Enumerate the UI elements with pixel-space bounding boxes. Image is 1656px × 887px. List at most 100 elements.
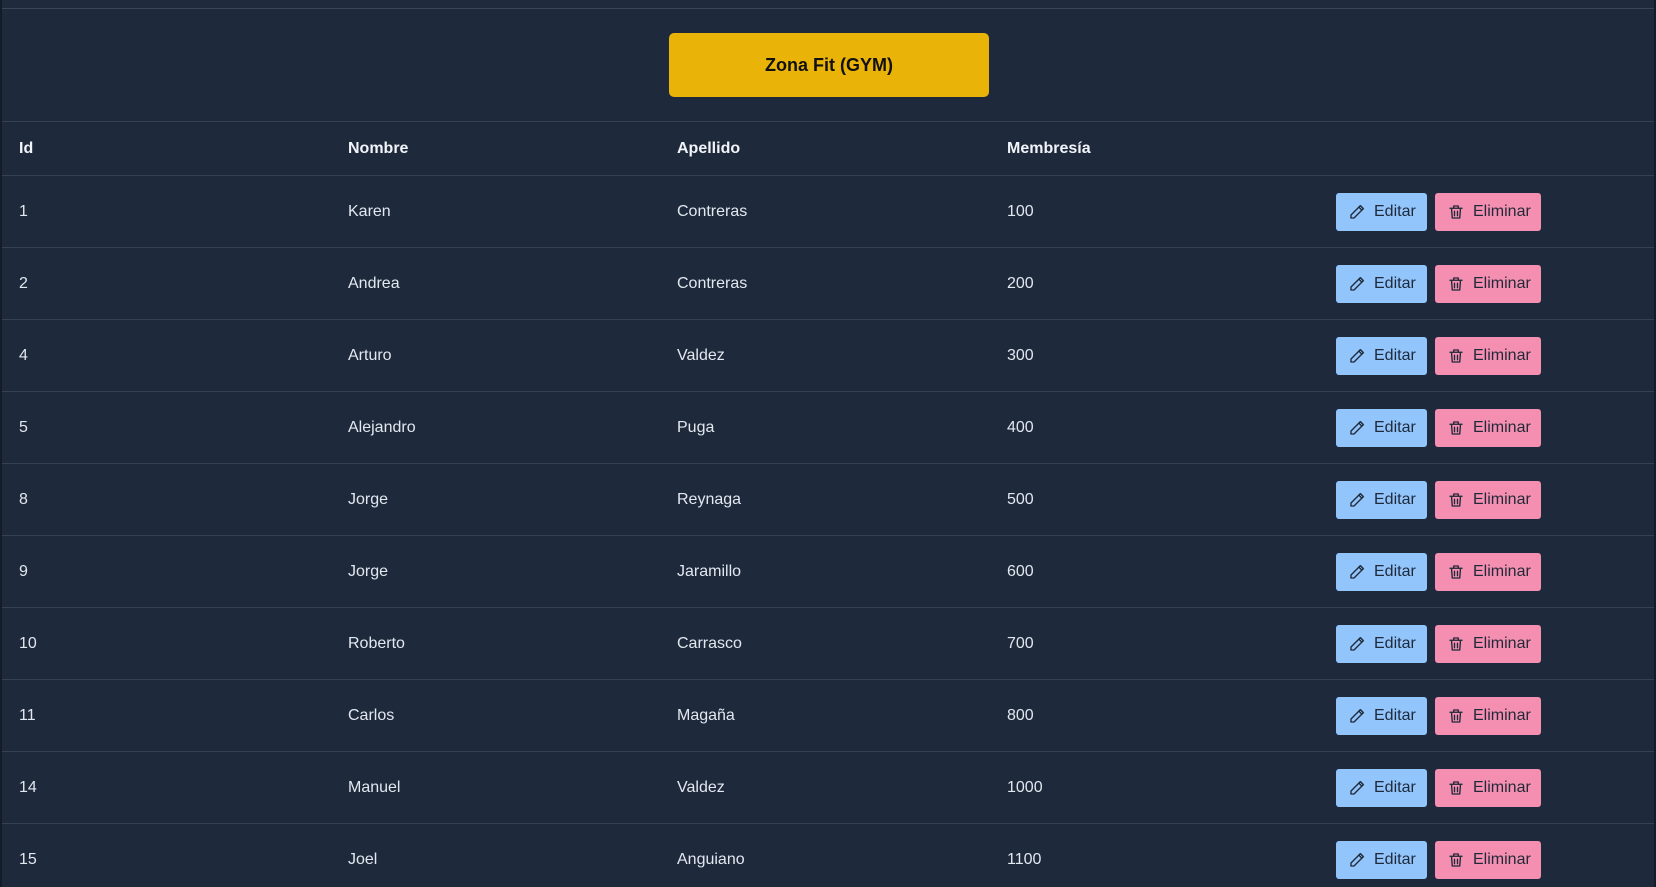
row-actions: Editar Eliminar <box>1319 336 1654 375</box>
delete-button[interactable]: Eliminar <box>1435 408 1541 447</box>
cell-apellido: Contreras <box>677 274 748 292</box>
edit-label: Editar <box>1374 634 1416 652</box>
table-row: 11 Carlos Magaña 800 Editar Eliminar <box>2 679 1654 751</box>
trash-icon <box>1447 707 1465 725</box>
edit-label: Editar <box>1374 850 1416 868</box>
row-actions: Editar Eliminar <box>1319 480 1654 519</box>
cell-membresia: 200 <box>1007 274 1034 292</box>
trash-icon <box>1447 275 1465 293</box>
cell-apellido: Jaramillo <box>677 562 742 580</box>
edit-button[interactable]: Editar <box>1336 192 1427 231</box>
pencil-icon <box>1348 707 1366 725</box>
cell-membresia: 300 <box>1007 346 1034 364</box>
delete-label: Eliminar <box>1473 490 1531 508</box>
cell-nombre: Jorge <box>348 490 389 508</box>
cell-apellido: Valdez <box>677 778 725 796</box>
cell-id: 8 <box>19 490 28 508</box>
pencil-icon <box>1348 203 1366 221</box>
pencil-icon <box>1348 347 1366 365</box>
cell-id: 15 <box>19 850 37 868</box>
cell-nombre: Carlos <box>348 706 395 724</box>
edit-label: Editar <box>1374 562 1416 580</box>
cell-membresia: 500 <box>1007 490 1034 508</box>
table-row: 5 Alejandro Puga 400 Editar Eliminar <box>2 391 1654 463</box>
delete-label: Eliminar <box>1473 562 1531 580</box>
edit-button[interactable]: Editar <box>1336 768 1427 807</box>
table-body: 1 Karen Contreras 100 Editar Eliminar 2 … <box>2 175 1654 887</box>
edit-label: Editar <box>1374 778 1416 796</box>
delete-button[interactable]: Eliminar <box>1435 696 1541 735</box>
delete-button[interactable]: Eliminar <box>1435 264 1541 303</box>
trash-icon <box>1447 851 1465 869</box>
edit-button[interactable]: Editar <box>1336 480 1427 519</box>
row-actions: Editar Eliminar <box>1319 768 1654 807</box>
edit-button[interactable]: Editar <box>1336 696 1427 735</box>
cell-membresia: 600 <box>1007 562 1034 580</box>
header-id: Id <box>19 139 34 157</box>
trash-icon <box>1447 419 1465 437</box>
cell-nombre: Manuel <box>348 778 401 796</box>
delete-label: Eliminar <box>1473 346 1531 364</box>
edit-label: Editar <box>1374 418 1416 436</box>
pencil-icon <box>1348 491 1366 509</box>
pencil-icon <box>1348 851 1366 869</box>
cell-id: 4 <box>19 346 28 364</box>
delete-button[interactable]: Eliminar <box>1435 552 1541 591</box>
header-apellido: Apellido <box>677 139 741 157</box>
edit-button[interactable]: Editar <box>1336 336 1427 375</box>
delete-button[interactable]: Eliminar <box>1435 624 1541 663</box>
cell-apellido: Valdez <box>677 346 725 364</box>
pencil-icon <box>1348 275 1366 293</box>
pencil-icon <box>1348 779 1366 797</box>
trash-icon <box>1447 347 1465 365</box>
delete-button[interactable]: Eliminar <box>1435 840 1541 879</box>
cell-nombre: Karen <box>348 202 391 220</box>
trash-icon <box>1447 635 1465 653</box>
delete-button[interactable]: Eliminar <box>1435 336 1541 375</box>
row-actions: Editar Eliminar <box>1319 408 1654 447</box>
row-actions: Editar Eliminar <box>1319 624 1654 663</box>
edit-button[interactable]: Editar <box>1336 264 1427 303</box>
page-title: Zona Fit (GYM) <box>669 33 989 97</box>
cell-id: 11 <box>19 706 36 724</box>
page: Zona Fit (GYM) Id Nombre Apellido Membre… <box>0 0 1656 887</box>
delete-label: Eliminar <box>1473 634 1531 652</box>
table-row: 4 Arturo Valdez 300 Editar Eliminar <box>2 319 1654 391</box>
edit-button[interactable]: Editar <box>1336 840 1427 879</box>
table-row: 9 Jorge Jaramillo 600 Editar Eliminar <box>2 535 1654 607</box>
edit-label: Editar <box>1374 202 1416 220</box>
cell-apellido: Puga <box>677 418 715 436</box>
header-nombre: Nombre <box>348 139 409 157</box>
cell-membresia: 1100 <box>1007 850 1042 868</box>
table-row: 2 Andrea Contreras 200 Editar Eliminar <box>2 247 1654 319</box>
cell-nombre: Alejandro <box>348 418 416 436</box>
trash-icon <box>1447 491 1465 509</box>
table-header: Id Nombre Apellido Membresía <box>2 121 1654 175</box>
edit-button[interactable]: Editar <box>1336 624 1427 663</box>
row-actions: Editar Eliminar <box>1319 192 1654 231</box>
pencil-icon <box>1348 635 1366 653</box>
cell-id: 5 <box>19 418 28 436</box>
delete-button[interactable]: Eliminar <box>1435 768 1541 807</box>
cell-apellido: Carrasco <box>677 634 742 652</box>
cell-nombre: Jorge <box>348 562 389 580</box>
cell-nombre: Roberto <box>348 634 405 652</box>
table-row: 1 Karen Contreras 100 Editar Eliminar <box>2 175 1654 247</box>
delete-button[interactable]: Eliminar <box>1435 192 1541 231</box>
header-membresia: Membresía <box>1007 139 1091 157</box>
cell-membresia: 400 <box>1007 418 1034 436</box>
edit-button[interactable]: Editar <box>1336 408 1427 447</box>
members-table: Id Nombre Apellido Membresía 1 Karen Con… <box>2 121 1654 887</box>
row-actions: Editar Eliminar <box>1319 696 1654 735</box>
edit-label: Editar <box>1374 490 1416 508</box>
cell-membresia: 700 <box>1007 634 1034 652</box>
delete-label: Eliminar <box>1473 202 1531 220</box>
table-row: 10 Roberto Carrasco 700 Editar Eliminar <box>2 607 1654 679</box>
edit-button[interactable]: Editar <box>1336 552 1427 591</box>
cell-nombre: Andrea <box>348 274 400 292</box>
cell-membresia: 800 <box>1007 706 1034 724</box>
delete-label: Eliminar <box>1473 850 1531 868</box>
cell-apellido: Contreras <box>677 202 748 220</box>
delete-label: Eliminar <box>1473 418 1531 436</box>
delete-button[interactable]: Eliminar <box>1435 480 1541 519</box>
